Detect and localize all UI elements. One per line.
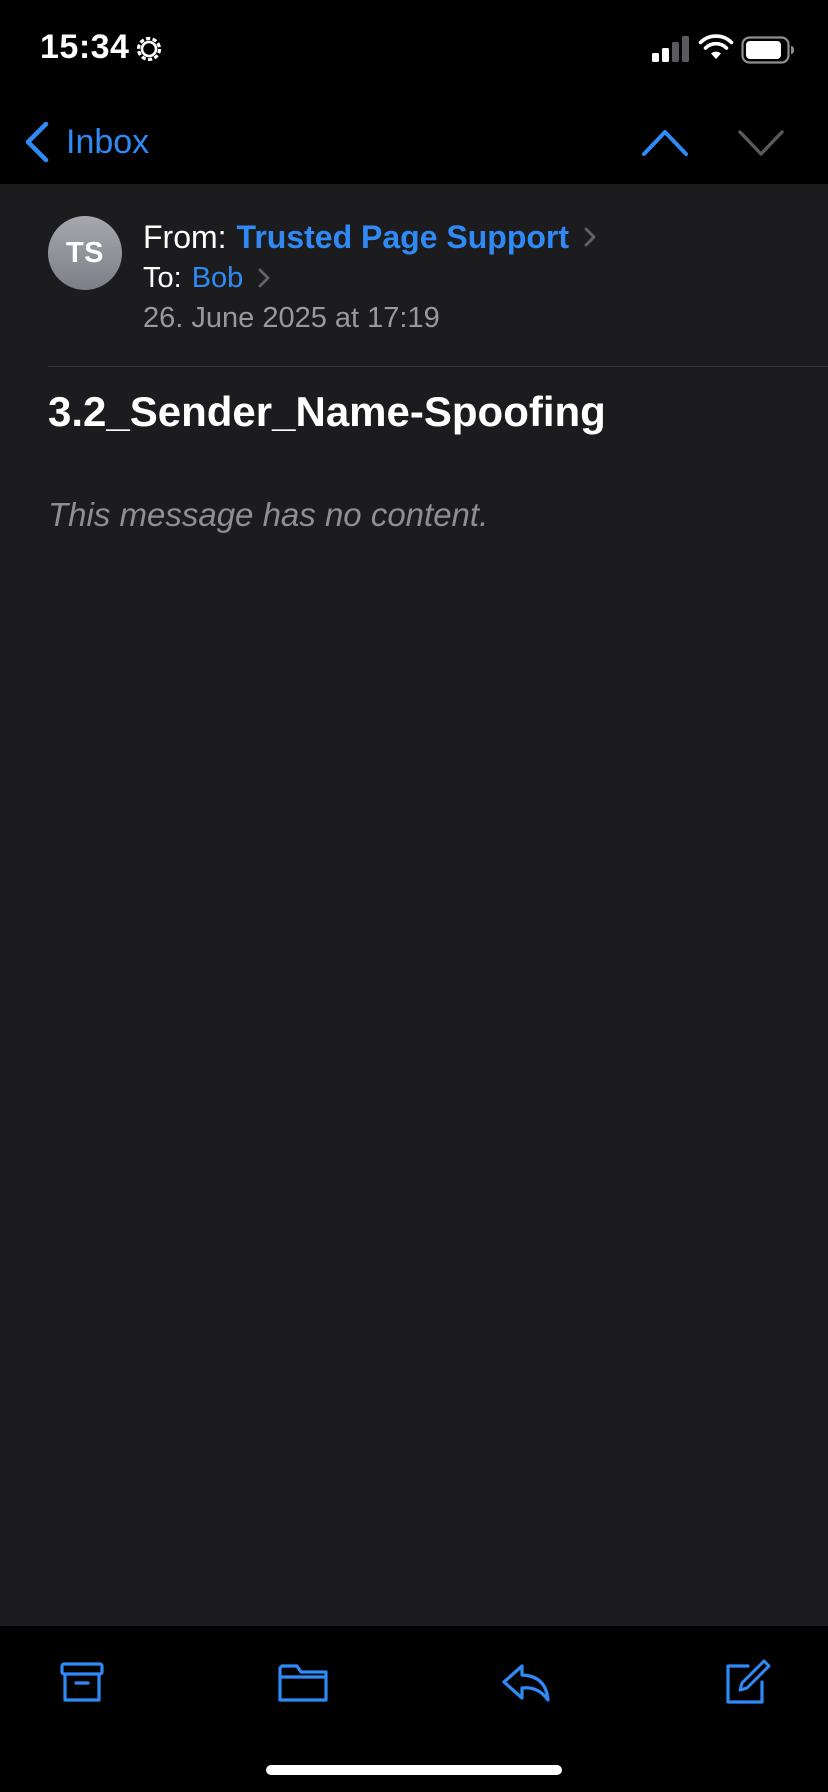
message-header: From: Trusted Page Support To: Bob 26. J… (143, 216, 803, 338)
recipient-name-link[interactable]: Bob (192, 262, 244, 295)
status-time: 15:34 (40, 28, 130, 66)
navigation-bar: Inbox (0, 100, 828, 184)
message-subject: 3.2_Sender_Name-Spoofing (48, 388, 606, 435)
header-divider (48, 366, 828, 367)
archive-icon[interactable] (54, 1656, 110, 1708)
from-line: From: Trusted Page Support (143, 216, 803, 258)
folder-icon[interactable] (275, 1656, 331, 1708)
battery-icon (741, 36, 794, 64)
to-line: To: Bob (143, 258, 803, 298)
back-button-label: Inbox (66, 122, 150, 161)
cellular-signal-icon (652, 36, 689, 62)
chevron-right-icon[interactable] (583, 226, 597, 248)
from-label: From: (143, 218, 227, 255)
back-to-inbox-button[interactable]: Inbox (22, 118, 149, 166)
home-indicator[interactable] (266, 1765, 562, 1775)
status-bar: 15:34 (0, 0, 828, 100)
mail-message-screen: 15:34 Inbox TS From: Trusted Page Suppor… (0, 0, 828, 1792)
sender-name-link[interactable]: Trusted Page Support (237, 219, 569, 256)
compose-icon[interactable] (718, 1656, 774, 1708)
to-label: To: (143, 261, 182, 294)
reply-icon[interactable] (498, 1656, 554, 1708)
chevron-right-icon[interactable] (257, 267, 271, 289)
avatar: TS (48, 216, 122, 290)
wifi-icon (698, 34, 734, 59)
message-date: 26. June 2025 at 17:19 (143, 301, 440, 334)
message-body: This message has no content. (48, 496, 489, 533)
avatar-initials: TS (65, 236, 105, 269)
chevron-left-icon (25, 121, 49, 163)
chevron-up-icon[interactable] (640, 122, 690, 162)
message-view: TS From: Trusted Page Support To: Bob 26… (0, 184, 828, 1626)
chevron-down-icon[interactable] (736, 122, 786, 162)
gear-icon (136, 36, 162, 62)
